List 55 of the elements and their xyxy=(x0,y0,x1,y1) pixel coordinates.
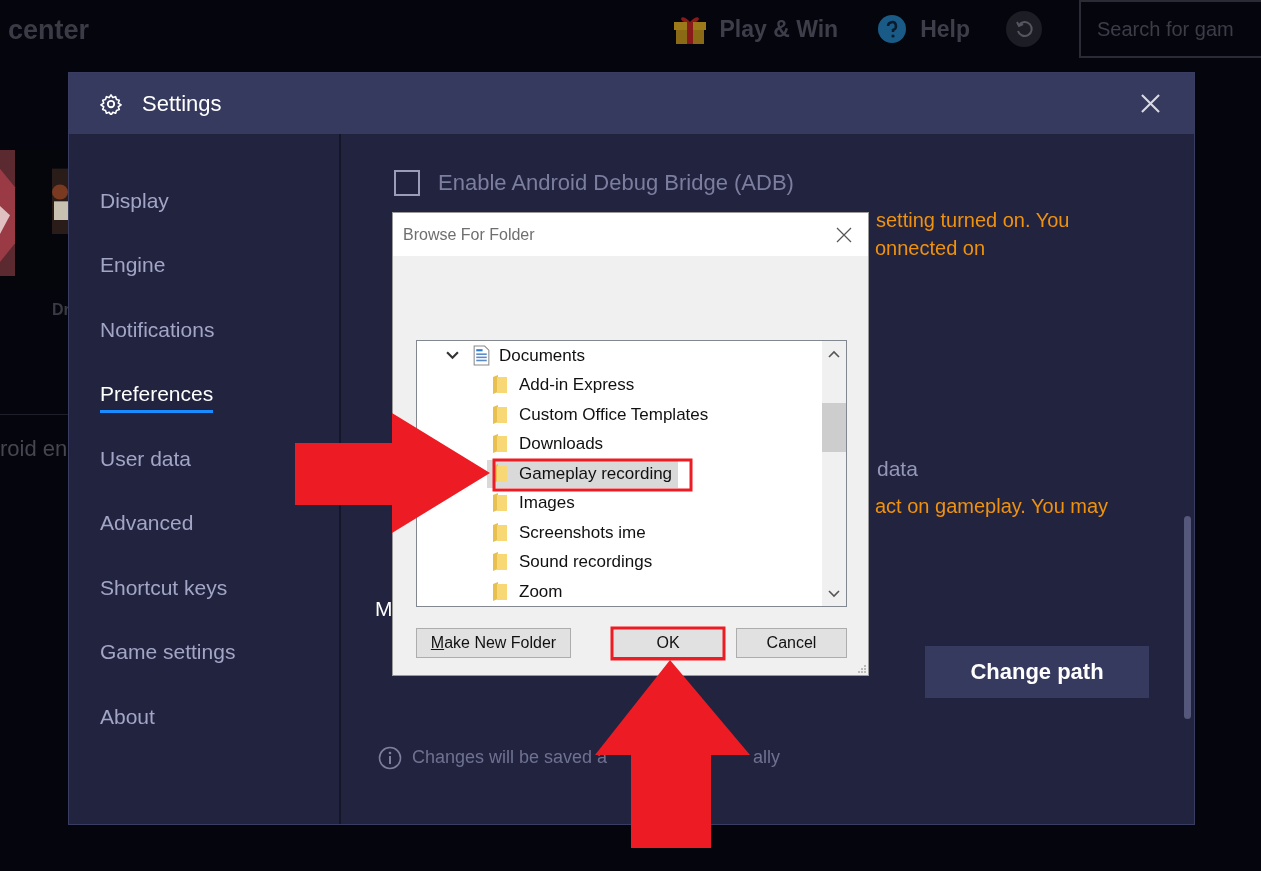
folder-icon xyxy=(493,552,507,573)
tree-item[interactable]: Images xyxy=(487,489,581,518)
sidebar-item[interactable]: Display xyxy=(100,188,169,220)
folder-icon xyxy=(493,404,507,425)
setting-text: onnected on xyxy=(875,236,986,260)
search-field[interactable]: Search for gam xyxy=(1079,0,1261,58)
settings-icon xyxy=(100,92,122,115)
sidebar-item[interactable]: Preferences xyxy=(100,382,214,414)
tree-item[interactable]: Sound recordings xyxy=(487,548,659,577)
tree-item[interactable]: Screenshots ime xyxy=(487,518,652,547)
sidebar-item[interactable]: Engine xyxy=(100,253,166,285)
tree-item[interactable]: Downloads xyxy=(487,430,610,459)
sidebar-item[interactable]: Shortcut keys xyxy=(100,575,228,607)
folder-icon xyxy=(493,493,507,514)
section-heading: roid en xyxy=(0,436,68,462)
setting-text: M xyxy=(375,597,393,621)
help-icon[interactable] xyxy=(878,15,907,43)
dialog-button[interactable]: OK xyxy=(612,628,724,658)
folder-icon xyxy=(493,581,507,602)
setting-text: act on gameplay. You may xyxy=(875,494,1109,518)
scrollbar-thumb[interactable] xyxy=(822,403,846,452)
setting-text: data xyxy=(877,457,918,481)
resize-grip-icon[interactable] xyxy=(856,663,866,673)
sidebar-item[interactable]: User data xyxy=(100,446,192,478)
dialog-button[interactable]: Cancel xyxy=(736,628,847,658)
folder-icon xyxy=(493,463,507,484)
folder-icon xyxy=(493,434,507,455)
scroll-up-icon[interactable] xyxy=(828,350,840,358)
document-icon xyxy=(473,345,490,367)
info-icon xyxy=(378,746,402,770)
dialog-title: Browse For Folder xyxy=(403,225,535,244)
checkbox-label: Enable Android Debug Bridge (ADB) xyxy=(438,170,794,196)
folder-icon xyxy=(493,522,507,543)
sidebar-item[interactable]: Notifications xyxy=(100,317,215,349)
refresh-button[interactable] xyxy=(1006,11,1042,47)
setting-text: setting turned on. You xyxy=(876,208,1070,232)
tree-item[interactable]: Add-in Express xyxy=(487,371,641,400)
sidebar-item[interactable]: Advanced xyxy=(100,511,194,543)
tree-item[interactable]: Zoom xyxy=(487,577,569,606)
tree-item[interactable]: Documents xyxy=(499,345,585,366)
window-title: Settings xyxy=(142,90,222,117)
tree-item[interactable]: Custom Office Templates xyxy=(487,400,715,429)
brand-text: center xyxy=(8,14,90,46)
dialog-button[interactable]: Make New Folder xyxy=(416,628,571,658)
scrollbar-thumb[interactable] xyxy=(1184,516,1191,719)
change-path-button[interactable]: Change path xyxy=(925,646,1149,698)
refresh-icon xyxy=(1014,19,1034,39)
folder-icon xyxy=(493,375,507,396)
close-icon[interactable] xyxy=(836,226,852,243)
sidebar-item[interactable]: Game settings xyxy=(100,640,236,672)
footer-note: ally xyxy=(753,747,780,768)
sidebar-item[interactable]: About xyxy=(100,704,155,736)
scroll-down-icon[interactable] xyxy=(828,590,840,598)
chevron-icon[interactable] xyxy=(446,351,459,361)
checkbox[interactable] xyxy=(394,170,420,196)
